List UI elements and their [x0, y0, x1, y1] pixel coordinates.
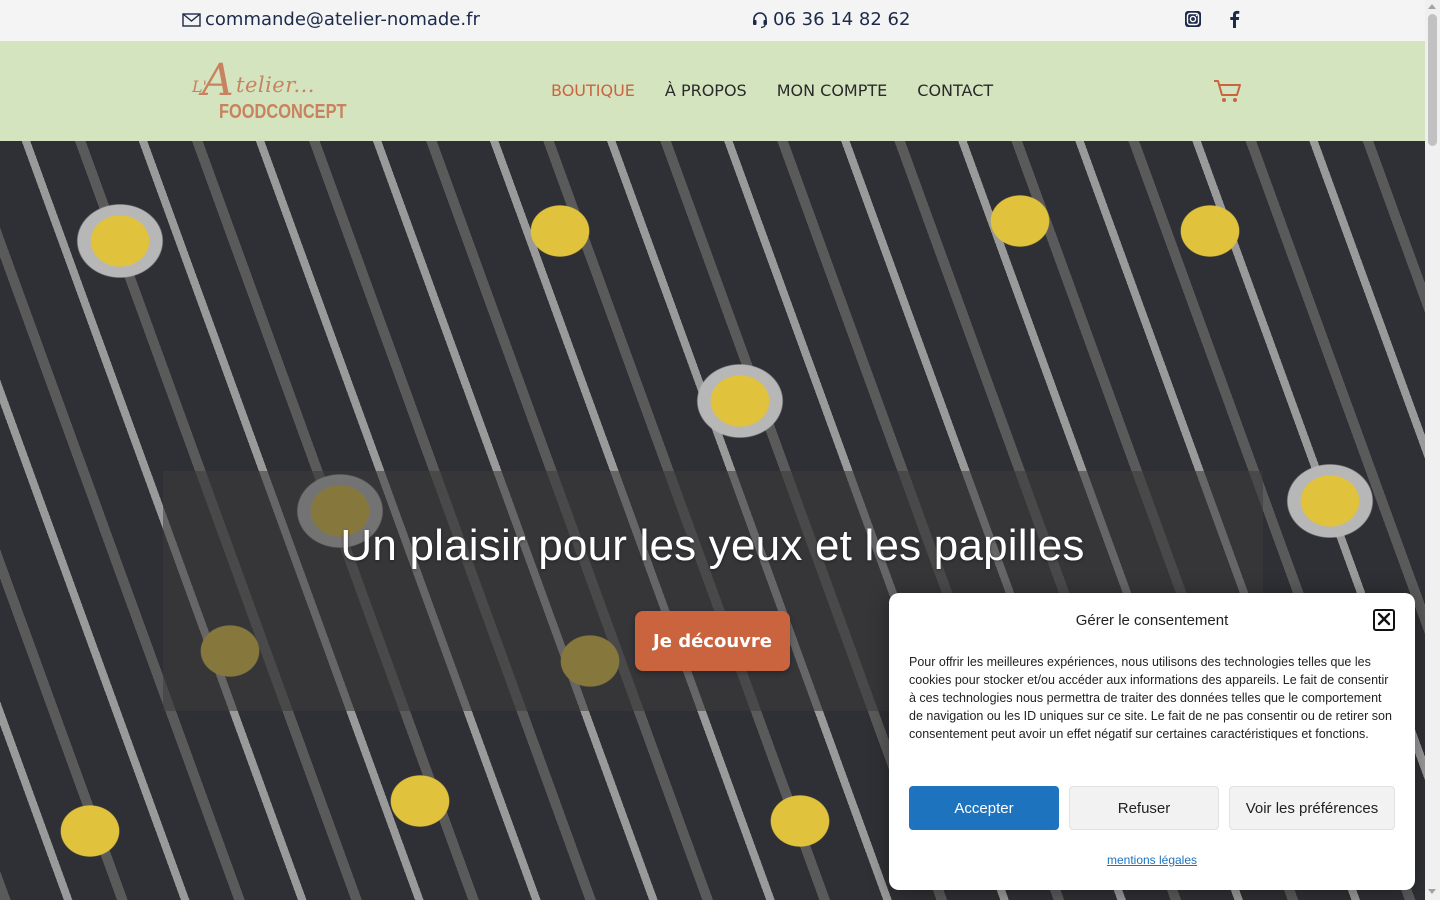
hero-title: Un plaisir pour les yeux et les papilles	[340, 521, 1085, 570]
nav-item-mon-compte[interactable]: MON COMPTE	[777, 81, 888, 100]
page-scrollbar[interactable]	[1425, 0, 1440, 900]
headset-icon	[751, 11, 769, 29]
consent-title: Gérer le consentement	[1075, 612, 1229, 629]
logo-script-rest: telier...	[236, 73, 315, 97]
email-contact[interactable]: commande@atelier-nomade.fr	[182, 9, 480, 30]
facebook-icon[interactable]	[1228, 10, 1240, 28]
cart-icon[interactable]	[1213, 78, 1243, 108]
social-links	[1184, 10, 1240, 28]
scrollbar-thumb[interactable]	[1428, 14, 1437, 146]
close-button[interactable]	[1373, 609, 1395, 631]
top-contact-bar: commande@atelier-nomade.fr 06 36 14 82 6…	[0, 0, 1425, 42]
nav-item-a-propos[interactable]: À PROPOS	[665, 81, 747, 100]
consent-text: Pour offrir les meilleures expériences, …	[909, 655, 1392, 741]
main-header: L' A telier... FOODCONCEPT BOUTIQUE À PR…	[0, 41, 1425, 141]
instagram-icon[interactable]	[1184, 10, 1202, 28]
main-nav: BOUTIQUE À PROPOS MON COMPTE CONTACT	[551, 81, 993, 100]
legal-notice-link[interactable]: mentions légales	[889, 853, 1415, 867]
envelope-icon	[182, 12, 201, 27]
nav-item-contact[interactable]: CONTACT	[917, 81, 993, 100]
nav-item-boutique[interactable]: BOUTIQUE	[551, 81, 635, 100]
preferences-button[interactable]: Voir les préférences	[1229, 786, 1395, 830]
site-logo[interactable]: L' A telier... FOODCONCEPT	[186, 55, 351, 129]
phone-text: 06 36 14 82 62	[773, 9, 911, 30]
logo-initial: A	[202, 55, 234, 106]
refuse-button[interactable]: Refuser	[1069, 786, 1219, 830]
close-icon	[1377, 612, 1391, 629]
accept-button[interactable]: Accepter	[909, 786, 1059, 830]
logo-brand: FOODCONCEPT	[219, 101, 347, 123]
cookie-consent-dialog: Gérer le consentement Pour offrir les me…	[889, 593, 1415, 890]
discover-button[interactable]: Je découvre	[635, 611, 790, 671]
email-text: commande@atelier-nomade.fr	[205, 9, 480, 30]
phone-contact[interactable]: 06 36 14 82 62	[751, 9, 910, 30]
scroll-down-icon[interactable]	[1428, 889, 1436, 894]
scroll-up-icon[interactable]	[1428, 4, 1436, 9]
